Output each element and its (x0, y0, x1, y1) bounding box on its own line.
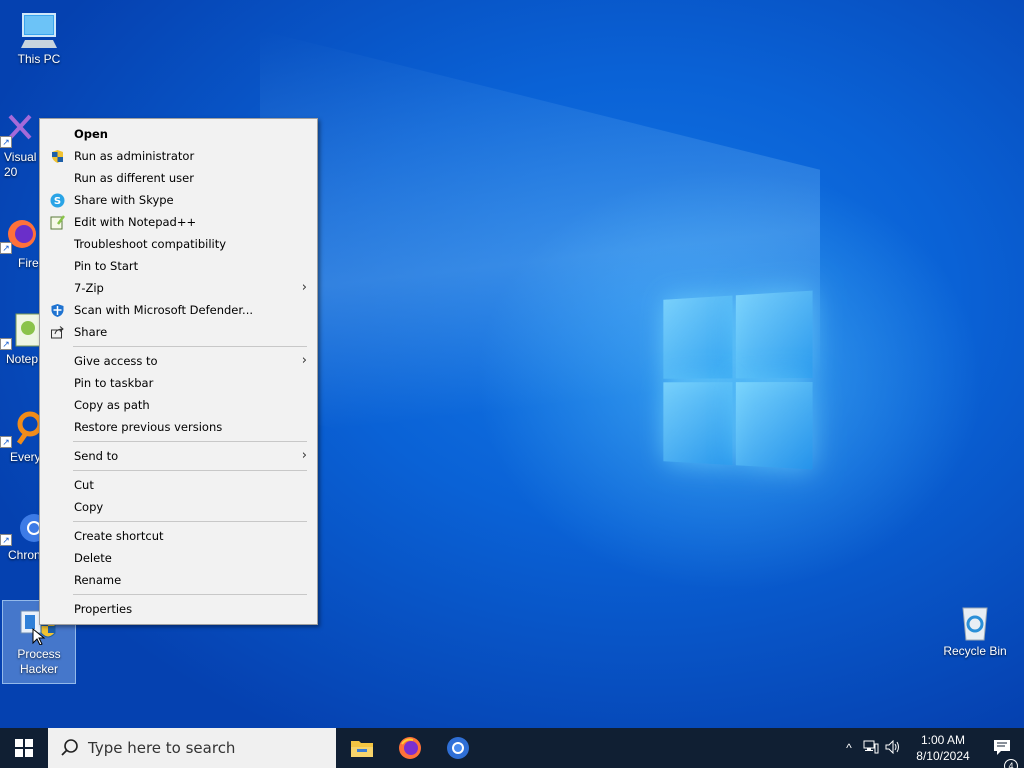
menu-item-pin-to-start[interactable]: Pin to Start (40, 255, 317, 277)
menu-item-open[interactable]: Open (40, 123, 317, 145)
menu-item-run-as-administrator[interactable]: Run as administrator (40, 145, 317, 167)
network-icon[interactable] (860, 740, 882, 757)
taskbar-file-explorer[interactable] (338, 728, 386, 768)
desktop-icon-label: Visual 20 (4, 150, 37, 179)
menu-item-troubleshoot-compatibility[interactable]: Troubleshoot compatibility (40, 233, 317, 255)
menu-item-cut[interactable]: Cut (40, 474, 317, 496)
desktop-icon-visual-studio[interactable]: ↗ Visual 20 (0, 104, 42, 180)
submenu-arrow-icon: › (301, 280, 307, 295)
search-placeholder: Type here to search (88, 739, 236, 757)
recycle-bin-icon (955, 602, 995, 642)
menu-separator (40, 518, 317, 525)
notification-count-badge: 4 (1004, 759, 1018, 768)
windows-logo-wallpaper (663, 290, 822, 480)
menu-item-delete[interactable]: Delete (40, 547, 317, 569)
menu-separator (40, 467, 317, 474)
tray-chevron-icon[interactable]: ^ (838, 741, 860, 755)
clock-time: 1:00 AM (920, 733, 966, 747)
this-pc-icon (19, 10, 59, 50)
shortcut-arrow-icon: ↗ (0, 242, 12, 254)
notepad-icon: ↗ (0, 310, 41, 350)
desktop-icon-label: Every (10, 450, 41, 464)
menu-item-restore-previous-versions[interactable]: Restore previous versions (40, 416, 317, 438)
menu-item-send-to[interactable]: Send to › (40, 445, 317, 467)
desktop-icon-notepad[interactable]: ↗ Notep (0, 306, 42, 367)
desktop-icon-label: This PC (17, 52, 61, 66)
menu-item-edit-with-notepad-plus[interactable]: Edit with Notepad++ (40, 211, 317, 233)
notepad-plus-icon (50, 215, 65, 230)
submenu-arrow-icon: › (301, 353, 307, 368)
menu-item-copy[interactable]: Copy (40, 496, 317, 518)
menu-item-run-as-different-user[interactable]: Run as different user (40, 167, 317, 189)
taskbar-chrome[interactable] (434, 728, 482, 768)
desktop-icon-this-pc[interactable]: This PC (2, 6, 76, 67)
menu-item-7zip[interactable]: 7-Zip › (40, 277, 317, 299)
menu-item-rename[interactable]: Rename (40, 569, 317, 591)
chrome-icon (447, 737, 469, 759)
firefox-icon: ↗ (0, 214, 40, 254)
shortcut-arrow-icon: ↗ (0, 338, 12, 350)
menu-separator (40, 591, 317, 598)
share-icon (50, 325, 65, 340)
firefox-icon (399, 737, 421, 759)
system-tray: ^ 1:00 AM 8/10/2024 4 (838, 728, 1024, 768)
menu-item-share-with-skype[interactable]: S Share with Skype (40, 189, 317, 211)
everything-icon: ↗ (0, 408, 43, 448)
menu-item-share[interactable]: Share (40, 321, 317, 343)
desktop-icon-label: Process Hacker (17, 647, 61, 676)
menu-item-scan-with-defender[interactable]: Scan with Microsoft Defender... (40, 299, 317, 321)
defender-icon (50, 303, 65, 318)
search-icon (61, 739, 78, 756)
visual-studio-icon: ↗ (0, 108, 40, 148)
clock-date: 8/10/2024 (916, 749, 970, 763)
notification-icon (994, 740, 1010, 755)
action-center-button[interactable]: 4 (982, 739, 1024, 768)
desktop-icon-everything[interactable]: ↗ Every (0, 404, 43, 465)
desktop-icon-recycle-bin[interactable]: Recycle Bin (938, 598, 1012, 659)
menu-item-create-shortcut[interactable]: Create shortcut (40, 525, 317, 547)
shortcut-arrow-icon: ↗ (0, 136, 12, 148)
chrome-icon: ↗ (0, 506, 48, 546)
taskbar-clock[interactable]: 1:00 AM 8/10/2024 (904, 732, 982, 764)
submenu-arrow-icon: › (301, 448, 307, 463)
desktop-icon-label: Fire (18, 256, 39, 270)
context-menu: Open Run as administrator Run as differe… (39, 118, 318, 625)
skype-icon: S (50, 193, 65, 208)
svg-text:S: S (54, 196, 61, 207)
desktop-icon-label: Chron (8, 548, 41, 562)
windows-start-icon (15, 739, 33, 757)
taskbar: Type here to search ^ 1:00 AM 8/10/2024 … (0, 728, 1024, 768)
desktop-icon-firefox[interactable]: ↗ Fire (0, 210, 42, 271)
menu-item-pin-to-taskbar[interactable]: Pin to taskbar (40, 372, 317, 394)
file-explorer-icon (351, 741, 373, 757)
desktop-icon-label: Notep (6, 352, 39, 366)
shortcut-arrow-icon: ↗ (0, 534, 12, 546)
desktop-icon-label: Recycle Bin (943, 644, 1007, 658)
menu-item-give-access-to[interactable]: Give access to › (40, 350, 317, 372)
menu-separator (40, 438, 317, 445)
volume-icon[interactable] (882, 739, 904, 757)
menu-item-copy-as-path[interactable]: Copy as path (40, 394, 317, 416)
shield-icon (50, 149, 65, 164)
menu-separator (40, 343, 317, 350)
menu-item-properties[interactable]: Properties (40, 598, 317, 620)
start-button[interactable] (0, 728, 48, 768)
desktop-icon-chrome[interactable]: ↗ Chron (0, 502, 48, 563)
shortcut-arrow-icon: ↗ (0, 436, 12, 448)
taskbar-firefox[interactable] (386, 728, 434, 768)
taskbar-search-box[interactable]: Type here to search (48, 728, 336, 768)
